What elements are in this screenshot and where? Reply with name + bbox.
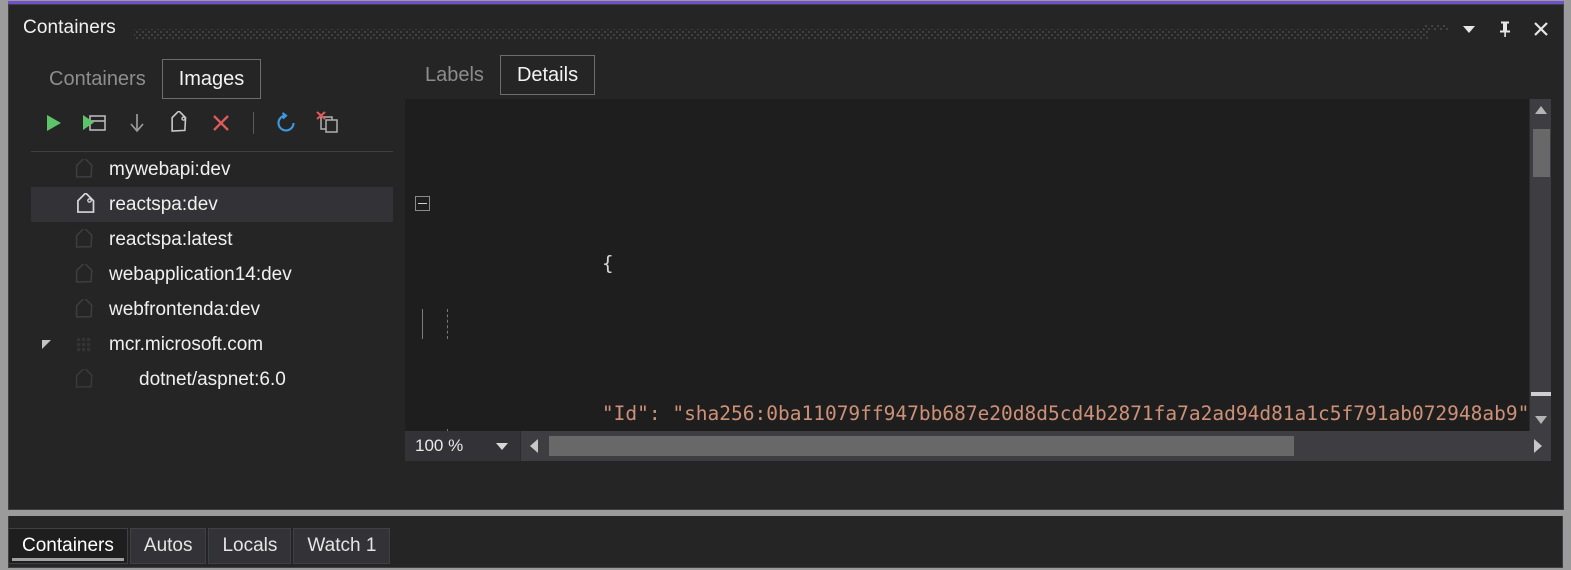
tab-containers-bottom[interactable]: Containers — [8, 528, 128, 564]
images-toolbar — [39, 105, 342, 141]
tag-icon — [65, 368, 105, 391]
json-bottom-bar: 100 % — [405, 431, 1551, 461]
scroll-right-icon[interactable] — [1525, 431, 1551, 461]
json-viewer[interactable]: { "Id": "sha256:0ba11079ff947bb687e20d8d… — [405, 99, 1551, 431]
bottom-tabs: Containers Autos Locals Watch 1 — [8, 520, 392, 564]
images-pane: Containers Images mywebapi:dev reactspa:… — [17, 49, 393, 509]
refresh-icon[interactable] — [272, 109, 300, 137]
tab-locals[interactable]: Locals — [208, 528, 292, 564]
scrollbar-thumb[interactable] — [549, 436, 1294, 456]
list-item[interactable]: dotnet/aspnet:6.0 — [31, 362, 393, 397]
scrollbar-marker — [1531, 392, 1551, 396]
scroll-left-icon[interactable] — [521, 431, 547, 461]
arrow-down-icon[interactable] — [123, 109, 151, 137]
tab-autos[interactable]: Autos — [129, 528, 207, 564]
close-icon[interactable] — [1525, 14, 1557, 44]
tab-images[interactable]: Images — [161, 59, 262, 99]
tab-watch-1[interactable]: Watch 1 — [293, 528, 391, 564]
prune-images-icon[interactable] — [314, 109, 342, 137]
images-list[interactable]: mywebapi:dev reactspa:dev reactspa:lates… — [31, 151, 393, 435]
list-item-label: reactspa:dev — [109, 193, 218, 215]
tool-window-body: Containers Containers Images mywebapi:de… — [8, 4, 1564, 510]
tag-icon — [65, 192, 105, 217]
list-item-label: webfrontenda:dev — [109, 298, 261, 320]
registry-icon — [65, 334, 105, 356]
list-item[interactable]: webfrontenda:dev — [31, 292, 393, 327]
list-item[interactable]: reactspa:latest — [31, 222, 393, 257]
list-item[interactable]: mcr.microsoft.com — [31, 327, 393, 362]
pin-icon[interactable] — [1489, 14, 1521, 44]
list-item-label: dotnet/aspnet:6.0 — [139, 368, 286, 390]
play-window-icon[interactable] — [81, 109, 109, 137]
zoom-level: 100 % — [415, 436, 464, 455]
scroll-down-icon[interactable] — [1530, 409, 1551, 431]
collapse-toggle-icon[interactable] — [415, 196, 430, 211]
window-controls — [1423, 14, 1557, 44]
scrollbar-thumb[interactable] — [1533, 129, 1550, 177]
title-bar: Containers — [9, 9, 1563, 49]
list-item[interactable]: mywebapi:dev — [31, 152, 393, 187]
json-line: { — [405, 189, 1529, 275]
title-grip[interactable] — [134, 29, 1428, 39]
visual-studio-containers-tool-window: Containers Containers Images mywebapi:de… — [0, 0, 1571, 570]
details-pane-tabs: Labels Details — [409, 55, 596, 95]
json-line-text: { — [601, 252, 614, 275]
tab-labels[interactable]: Labels — [409, 55, 500, 95]
zoom-selector[interactable]: 100 % — [405, 431, 521, 461]
expand-collapse-icon[interactable] — [31, 337, 65, 353]
fold-guide — [422, 309, 423, 339]
list-item-label: mcr.microsoft.com — [109, 333, 264, 355]
list-item-label: mywebapi:dev — [109, 158, 231, 180]
json-line-text: "Id": "sha256:0ba11079ff947bb687e20d8d5c… — [601, 402, 1529, 425]
scroll-up-icon[interactable] — [1530, 99, 1551, 121]
indent-guide — [447, 309, 448, 339]
chevron-down-icon[interactable] — [1453, 14, 1485, 44]
list-item[interactable]: reactspa:dev — [31, 187, 393, 222]
images-pane-tabs: Containers Images — [33, 59, 262, 99]
list-item-label: webapplication14:dev — [109, 263, 292, 285]
page-title: Containers — [23, 17, 116, 38]
list-item[interactable]: webapplication14:dev — [31, 257, 393, 292]
play-icon[interactable] — [39, 109, 67, 137]
list-item-label: reactspa:latest — [109, 228, 233, 250]
close-x-icon[interactable] — [207, 109, 235, 137]
vertical-scrollbar[interactable] — [1529, 99, 1551, 431]
tag-icon — [65, 228, 105, 251]
json-line: "Id": "sha256:0ba11079ff947bb687e20d8d5c… — [405, 309, 1529, 425]
tag-icon[interactable] — [165, 109, 193, 137]
tab-containers[interactable]: Containers — [33, 59, 162, 99]
grip-dots-icon — [1423, 14, 1449, 44]
chevron-down-icon[interactable] — [496, 443, 508, 450]
horizontal-scrollbar[interactable] — [547, 431, 1525, 461]
tag-icon — [65, 298, 105, 321]
json-code: { "Id": "sha256:0ba11079ff947bb687e20d8d… — [405, 99, 1529, 431]
toolbar-separator — [253, 112, 254, 134]
details-pane: Labels Details { "Id": "sha256:0ba11079f… — [393, 49, 1555, 509]
tab-details[interactable]: Details — [499, 55, 596, 95]
tag-icon — [65, 263, 105, 286]
tag-icon — [65, 158, 105, 181]
